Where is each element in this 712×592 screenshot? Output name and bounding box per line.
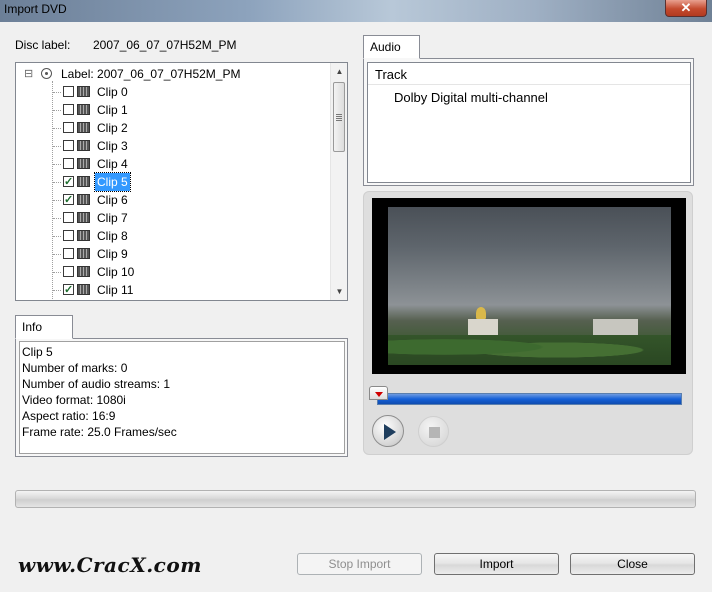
tree-clip-row[interactable]: Clip 9 bbox=[16, 245, 316, 263]
tab-audio[interactable]: Audio bbox=[363, 35, 420, 59]
film-clip-icon bbox=[77, 212, 90, 223]
disc-label-value: 2007_06_07_07H52M_PM bbox=[93, 38, 237, 52]
close-icon: ✕ bbox=[680, 0, 692, 15]
tree-scrollbar[interactable]: ▲ ▼ bbox=[330, 63, 347, 300]
info-line: Aspect ratio: 16:9 bbox=[22, 409, 116, 423]
clip-checkbox[interactable] bbox=[63, 248, 74, 259]
seek-bar[interactable] bbox=[377, 393, 682, 405]
clip-label[interactable]: Clip 7 bbox=[95, 209, 130, 227]
tab-audio-label: Audio bbox=[370, 40, 401, 54]
tree-clip-row[interactable]: Clip 0 bbox=[16, 83, 316, 101]
track-row[interactable]: Dolby Digital multi-channel bbox=[394, 90, 548, 105]
tree-branch-line bbox=[53, 218, 61, 219]
collapse-icon[interactable]: ⊟ bbox=[24, 65, 33, 83]
play-button[interactable] bbox=[372, 415, 404, 447]
clip-label[interactable]: Clip 10 bbox=[95, 263, 136, 281]
film-clip-icon bbox=[77, 140, 90, 151]
tree-branch-line bbox=[53, 200, 61, 201]
tree-clip-row[interactable]: Clip 8 bbox=[16, 227, 316, 245]
disc-icon bbox=[41, 68, 52, 79]
import-button[interactable]: Import bbox=[434, 553, 559, 575]
film-clip-icon bbox=[77, 176, 90, 187]
tree-branch-line bbox=[53, 164, 61, 165]
info-text-box: Clip 5 Number of marks: 0 Number of audi… bbox=[19, 341, 345, 454]
film-clip-icon bbox=[77, 266, 90, 277]
tree-branch-line bbox=[53, 272, 61, 273]
clip-checkbox[interactable] bbox=[63, 266, 74, 277]
info-line: Frame rate: 25.0 Frames/sec bbox=[22, 425, 177, 439]
clip-checkbox[interactable] bbox=[63, 104, 74, 115]
info-line: Number of marks: 0 bbox=[22, 361, 128, 375]
window-title: Import DVD bbox=[4, 2, 67, 16]
tree-clip-row[interactable]: Clip 1 bbox=[16, 101, 316, 119]
seek-thumb[interactable] bbox=[369, 386, 388, 400]
film-clip-icon bbox=[77, 86, 90, 97]
info-line: Video format: 1080i bbox=[22, 393, 126, 407]
clip-checkbox[interactable] bbox=[63, 191, 74, 209]
tree-clip-row[interactable]: Clip 11 bbox=[16, 281, 316, 299]
clip-label[interactable]: Clip 3 bbox=[95, 137, 130, 155]
clip-label[interactable]: Clip 11 bbox=[95, 281, 135, 299]
tree-clip-row[interactable]: Clip 5 bbox=[16, 172, 316, 192]
clip-label[interactable]: Clip 1 bbox=[95, 101, 130, 119]
clip-label[interactable]: Clip 2 bbox=[95, 119, 130, 137]
title-bar bbox=[0, 0, 712, 22]
stop-import-button[interactable]: Stop Import bbox=[297, 553, 422, 575]
tree-clip-row[interactable]: Clip 7 bbox=[16, 209, 316, 227]
scroll-up-arrow-icon[interactable]: ▲ bbox=[331, 63, 347, 80]
film-clip-icon bbox=[77, 284, 90, 295]
clip-checkbox[interactable] bbox=[63, 158, 74, 169]
tree-clip-row[interactable]: Clip 10 bbox=[16, 263, 316, 281]
disc-label-caption: Disc label: bbox=[15, 38, 71, 52]
film-clip-icon bbox=[77, 122, 90, 133]
clip-checkbox[interactable] bbox=[63, 86, 74, 97]
tab-info-label: Info bbox=[22, 320, 43, 334]
tree-branch-line bbox=[53, 290, 61, 291]
stop-button[interactable] bbox=[418, 416, 449, 447]
clip-label[interactable]: Clip 6 bbox=[95, 191, 130, 209]
video-preview bbox=[388, 207, 671, 365]
import-progress-bar bbox=[15, 490, 696, 508]
tab-info[interactable]: Info bbox=[15, 315, 73, 339]
film-clip-icon bbox=[77, 158, 90, 169]
tree-branch-line bbox=[53, 182, 61, 183]
tree-clip-row[interactable]: Clip 3 bbox=[16, 137, 316, 155]
track-column-header[interactable]: Track bbox=[368, 63, 690, 85]
clip-label[interactable]: Clip 9 bbox=[95, 245, 130, 263]
tree-clip-row[interactable]: Clip 4 bbox=[16, 155, 316, 173]
tree-branch-line bbox=[53, 236, 61, 237]
clip-checkbox[interactable] bbox=[63, 281, 74, 299]
clip-label[interactable]: Clip 0 bbox=[95, 83, 130, 101]
film-clip-icon bbox=[77, 248, 90, 259]
tree-root-label: Label: 2007_06_07_07H52M_PM bbox=[61, 67, 241, 81]
tree-branch-line bbox=[53, 146, 61, 147]
film-clip-icon bbox=[77, 104, 90, 115]
clip-checkbox[interactable] bbox=[63, 230, 74, 241]
clip-checkbox[interactable] bbox=[63, 122, 74, 133]
audio-track-list[interactable]: Track Dolby Digital multi-channel bbox=[367, 62, 691, 183]
scroll-down-arrow-icon[interactable]: ▼ bbox=[331, 283, 347, 300]
film-clip-icon bbox=[77, 194, 90, 205]
window-close-button[interactable]: ✕ bbox=[665, 0, 707, 17]
tree-clip-row[interactable]: Clip 2 bbox=[16, 119, 316, 137]
clip-label[interactable]: Clip 5 bbox=[94, 172, 131, 192]
film-clip-icon bbox=[77, 230, 90, 241]
info-line: Number of audio streams: 1 bbox=[22, 377, 171, 391]
tree-branch-line bbox=[53, 110, 61, 111]
clip-checkbox[interactable] bbox=[63, 173, 74, 191]
clip-checkbox[interactable] bbox=[63, 212, 74, 223]
tree-branch-line bbox=[53, 128, 61, 129]
clip-tree[interactable]: ⊟ Label: 2007_06_07_07H52M_PM Clip 0 Clip… bbox=[15, 62, 348, 301]
tree-branch-line bbox=[53, 92, 61, 93]
tree-clip-row[interactable]: Clip 6 bbox=[16, 191, 316, 209]
close-button[interactable]: Close bbox=[570, 553, 695, 575]
tree-branch-line bbox=[53, 254, 61, 255]
clip-label[interactable]: Clip 8 bbox=[95, 227, 130, 245]
clip-checkbox[interactable] bbox=[63, 140, 74, 151]
info-line: Clip 5 bbox=[22, 345, 53, 359]
watermark-text: www.CracX.com bbox=[18, 553, 202, 577]
clip-label[interactable]: Clip 4 bbox=[95, 155, 130, 173]
scroll-thumb[interactable] bbox=[333, 82, 345, 152]
